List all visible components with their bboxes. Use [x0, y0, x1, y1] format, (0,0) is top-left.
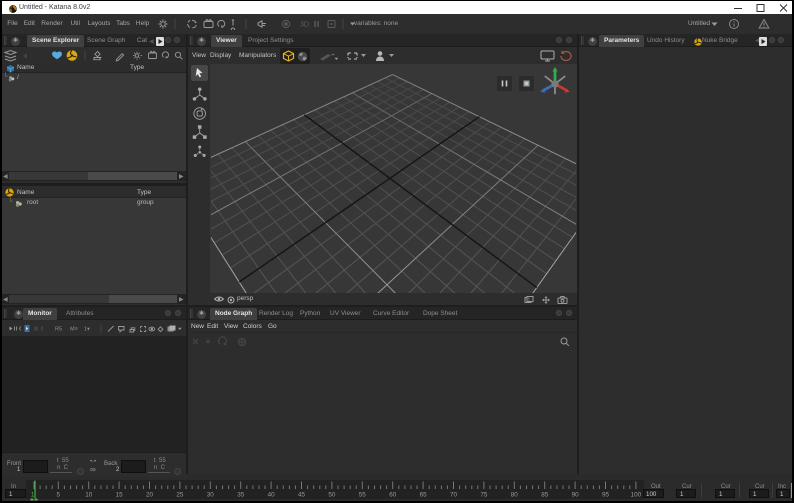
svg-text:1: 1 — [528, 297, 531, 303]
svg-text:65: 65 — [420, 492, 428, 499]
svg-text:R5: R5 — [55, 327, 62, 333]
svg-text:80: 80 — [511, 492, 519, 499]
svg-text:30: 30 — [207, 492, 215, 499]
svg-text:25: 25 — [176, 492, 184, 499]
svg-text:15: 15 — [116, 492, 124, 499]
svg-text:M≡: M≡ — [70, 327, 78, 333]
svg-text:85: 85 — [541, 492, 549, 499]
svg-text:100: 100 — [631, 492, 642, 499]
svg-text:1▾: 1▾ — [84, 327, 90, 333]
svg-text:90: 90 — [572, 492, 580, 499]
svg-text:10: 10 — [85, 492, 93, 499]
svg-text:75: 75 — [480, 492, 488, 499]
svg-text:70: 70 — [450, 492, 458, 499]
svg-text:55: 55 — [359, 492, 367, 499]
svg-text:35: 35 — [237, 492, 245, 499]
svg-text:50: 50 — [328, 492, 336, 499]
svg-text:60: 60 — [389, 492, 397, 499]
svg-text:1: 1 — [31, 492, 35, 499]
svg-text:3D:: 3D: — [300, 22, 311, 29]
svg-text:45: 45 — [298, 492, 306, 499]
svg-text:20: 20 — [146, 492, 154, 499]
svg-text:5: 5 — [57, 492, 61, 499]
svg-text:40: 40 — [268, 492, 276, 499]
svg-text:95: 95 — [602, 492, 610, 499]
